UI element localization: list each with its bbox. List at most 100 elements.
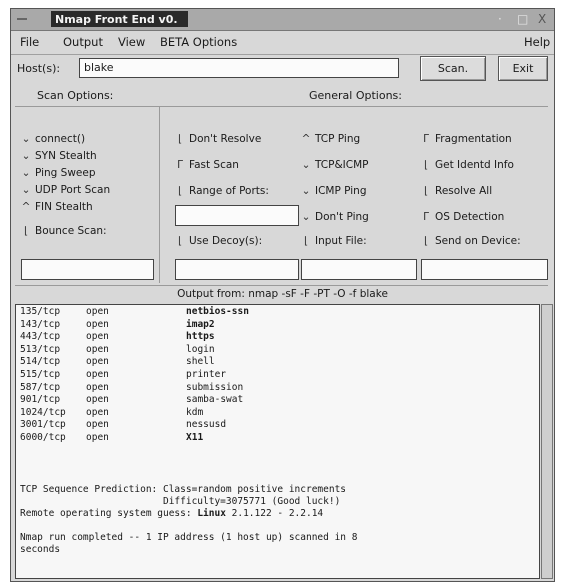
close-icon[interactable]: X <box>538 11 546 27</box>
send-on-device-field[interactable] <box>421 259 548 280</box>
service-cell: samba-swat <box>186 394 244 406</box>
port-cell: 6000/tcp <box>20 432 66 443</box>
checkbox-off-icon: ⌊ <box>423 235 429 247</box>
service-cell: submission <box>186 381 244 393</box>
state-cell: open <box>86 406 109 418</box>
radio-off-icon: ⌄ <box>301 159 311 171</box>
checkbox-off-icon: ⌊ <box>23 225 29 237</box>
checkbox-bounce-scan[interactable]: ⌊ Bounce Scan: <box>21 225 107 237</box>
radio-on-icon: ^ <box>301 133 311 145</box>
radio-udp-port-scan[interactable]: ⌄ UDP Port Scan <box>21 184 111 196</box>
checkbox-on-icon: Γ <box>423 133 429 145</box>
menu-help[interactable]: Help <box>524 35 550 49</box>
input-file-field[interactable] <box>301 259 417 280</box>
service-cell: shell <box>186 356 215 368</box>
radio-connect[interactable]: ⌄ connect() <box>21 133 85 145</box>
checkbox-fast-scan[interactable]: Γ Fast Scan <box>175 159 239 171</box>
state-cell: open <box>86 419 109 431</box>
maximize-icon[interactable]: □ <box>517 11 528 27</box>
checkbox-use-decoys[interactable]: ⌊ Use Decoy(s): <box>175 235 262 247</box>
port-cell: 901/tcp <box>20 394 61 406</box>
port-row: 143/tcp open imap2 <box>16 319 536 331</box>
scan-button[interactable]: Scan. <box>420 56 486 81</box>
title-bar[interactable]: Nmap Front End v0. · □ X <box>11 9 554 31</box>
options-bottom-divider <box>15 285 548 286</box>
checkbox-off-icon: ⌊ <box>177 133 183 145</box>
radio-tcp-icmp[interactable]: ⌄ TCP&ICMP <box>301 159 369 171</box>
window-title: Nmap Front End v0. <box>51 11 188 27</box>
output-text-area[interactable]: 135/tcp open netbios-ssn 143/tcp open imap2 44… <box>15 304 540 579</box>
state-cell: open <box>86 343 109 355</box>
checkbox-fragmentation[interactable]: Γ Fragmentation <box>421 133 512 145</box>
port-cell: 1024/tcp <box>20 406 66 418</box>
state-cell: open <box>86 306 109 317</box>
checkbox-off-icon: ⌊ <box>423 159 429 171</box>
tcp-sequence-line: TCP Sequence Prediction: Class=random po… <box>20 484 347 495</box>
state-cell: open <box>86 331 109 343</box>
exit-button[interactable]: Exit <box>498 56 548 81</box>
port-cell: 587/tcp <box>20 381 61 393</box>
options-column-divider <box>159 107 160 283</box>
output-command-line: Output from: nmap -sF -F -PT -O -f blake <box>177 288 388 300</box>
host-label: Host(s): <box>17 62 61 75</box>
port-cell: 143/tcp <box>20 318 61 330</box>
port-cell: 135/tcp <box>20 306 61 317</box>
menu-bar: File Output View BETA Options Help <box>11 30 554 55</box>
completed-line: Nmap run completed -- 1 IP address (1 ho… <box>20 532 358 543</box>
state-cell: open <box>86 318 109 330</box>
checkbox-off-icon: ⌊ <box>303 235 309 247</box>
radio-ping-sweep[interactable]: ⌄ Ping Sweep <box>21 167 96 179</box>
radio-off-icon: ⌄ <box>301 185 311 197</box>
port-row: 513/tcp open login <box>16 344 536 356</box>
checkbox-get-identd-info[interactable]: ⌊ Get Identd Info <box>421 159 514 171</box>
checkbox-os-detection[interactable]: Γ OS Detection <box>421 211 504 223</box>
completed-line-2: seconds <box>20 544 61 555</box>
menu-beta-options[interactable]: BETA Options <box>160 35 237 49</box>
port-row: 135/tcp open netbios-ssn <box>16 306 536 318</box>
radio-off-icon: ⌄ <box>21 150 31 162</box>
checkbox-resolve-all[interactable]: ⌊ Resolve All <box>421 185 492 197</box>
port-row: 6000/tcp open X11 <box>16 432 536 444</box>
checkbox-input-file[interactable]: ⌊ Input File: <box>301 235 367 247</box>
radio-syn-stealth[interactable]: ⌄ SYN Stealth <box>21 150 97 162</box>
checkbox-dont-resolve[interactable]: ⌊ Don't Resolve <box>175 133 261 145</box>
menu-output[interactable]: Output <box>63 35 103 49</box>
radio-on-icon: ^ <box>21 201 31 213</box>
radio-off-icon: ⌄ <box>21 184 31 196</box>
use-decoys-field[interactable] <box>175 259 299 280</box>
bounce-scan-field[interactable] <box>21 259 154 280</box>
radio-icmp-ping[interactable]: ⌄ ICMP Ping <box>301 185 367 197</box>
checkbox-off-icon: ⌊ <box>177 185 183 197</box>
radio-dont-ping[interactable]: ⌄ Don't Ping <box>301 211 369 223</box>
options-divider <box>15 106 548 107</box>
general-options-label: General Options: <box>309 89 402 102</box>
port-row: 3001/tcp open nessusd <box>16 419 536 431</box>
checkbox-range-of-ports[interactable]: ⌊ Range of Ports: <box>175 185 269 197</box>
checkbox-off-icon: ⌊ <box>177 235 183 247</box>
state-cell: open <box>86 369 109 380</box>
scan-options-label: Scan Options: <box>37 89 114 102</box>
port-row: 1024/tcp open kdm <box>16 407 536 419</box>
host-input[interactable]: blake <box>79 58 399 78</box>
minimize-icon[interactable]: · <box>498 11 502 27</box>
port-cell: 443/tcp <box>20 331 61 343</box>
radio-off-icon: ⌄ <box>21 133 31 145</box>
service-cell: login <box>186 343 215 355</box>
port-row: 587/tcp open submission <box>16 382 536 394</box>
radio-fin-stealth[interactable]: ^ FIN Stealth <box>21 201 93 213</box>
radio-tcp-ping[interactable]: ^ TCP Ping <box>301 133 361 145</box>
checkbox-send-on-device[interactable]: ⌊ Send on Device: <box>421 235 521 247</box>
menu-view[interactable]: View <box>118 35 145 49</box>
service-cell: https <box>186 331 215 343</box>
port-cell: 3001/tcp <box>20 419 66 431</box>
port-cell: 514/tcp <box>20 356 61 368</box>
range-of-ports-field[interactable] <box>175 205 299 226</box>
checkbox-on-icon: Γ <box>177 159 183 171</box>
output-scrollbar[interactable] <box>541 304 553 579</box>
service-cell: kdm <box>186 406 204 418</box>
port-cell: 515/tcp <box>20 369 61 380</box>
nmap-window: Nmap Front End v0. · □ X File Output Vie… <box>10 8 555 582</box>
state-cell: open <box>86 394 109 406</box>
window-menu-icon[interactable] <box>17 18 27 20</box>
menu-file[interactable]: File <box>20 35 39 49</box>
